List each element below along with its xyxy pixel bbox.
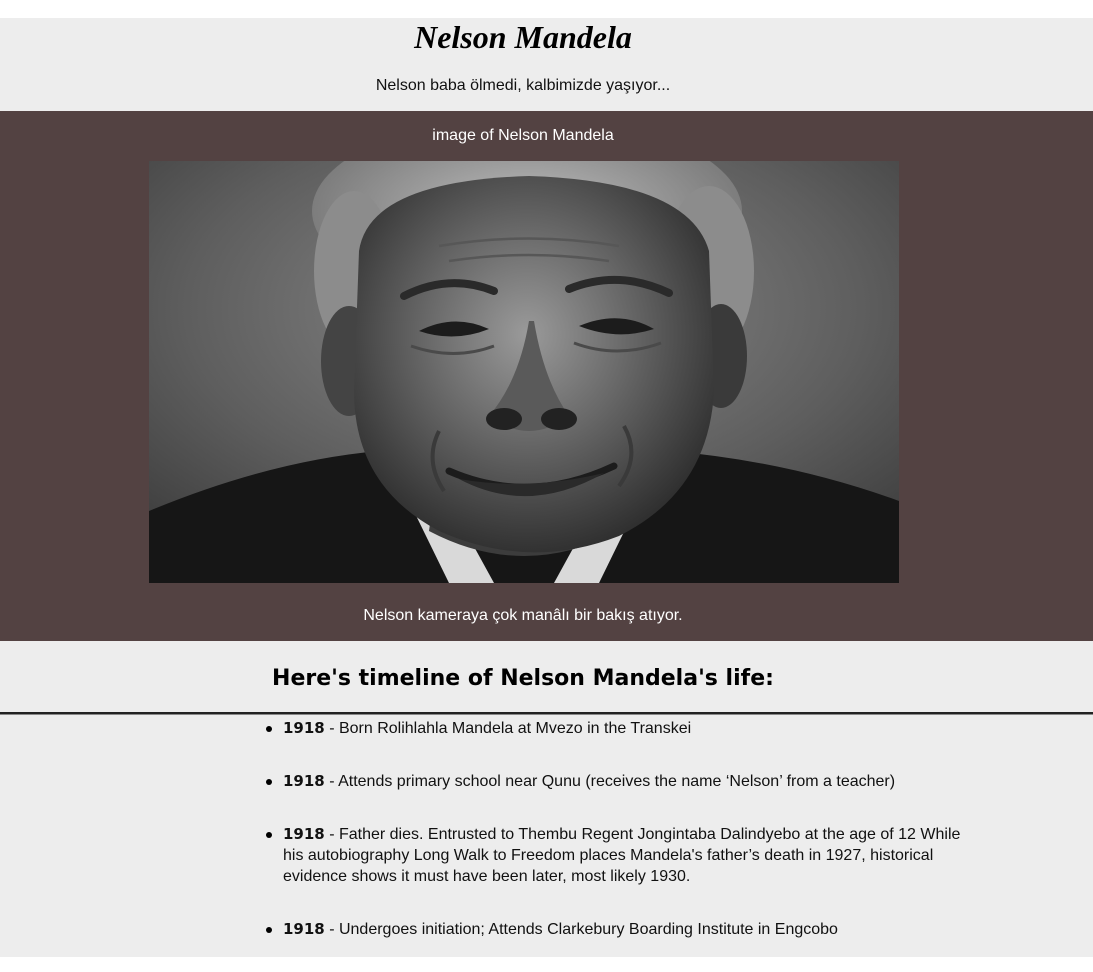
- image-label: image of Nelson Mandela: [432, 127, 614, 144]
- timeline-year: 1918: [283, 719, 325, 737]
- divider: [0, 712, 1093, 715]
- timeline-header: Here's timeline of Nelson Mandela's life…: [0, 641, 1093, 715]
- bullet-icon: [266, 726, 272, 732]
- page-title: Nelson Mandela: [414, 19, 632, 55]
- bullet-icon: [266, 927, 272, 933]
- nelson-mandela-portrait: [149, 161, 899, 583]
- timeline-heading: Here's timeline of Nelson Mandela's life…: [272, 666, 774, 691]
- timeline-year: 1918: [283, 825, 325, 843]
- header-section: Nelson Mandela Nelson baba ölmedi, kalbi…: [0, 18, 1093, 111]
- timeline-item: 1918 - Father dies. Entrusted to Thembu …: [266, 824, 966, 887]
- tagline: Nelson baba ölmedi, kalbimizde yaşıyor..…: [375, 77, 671, 94]
- timeline-text: - Father dies. Entrusted to Thembu Regen…: [283, 826, 961, 885]
- timeline-item: 1918 - Attends primary school near Qunu …: [266, 771, 966, 792]
- bullet-icon: [266, 779, 272, 785]
- bullet-icon: [266, 832, 272, 838]
- timeline-item: 1918 - Undergoes initiation; Attends Cla…: [266, 919, 966, 940]
- timeline-year: 1918: [283, 920, 325, 938]
- timeline-year: 1918: [283, 772, 325, 790]
- image-section: image of Nelson Mandela Nelson kameraya …: [0, 111, 1093, 641]
- timeline-list: 1918 - Born Rolihlahla Mandela at Mvezo …: [266, 718, 966, 972]
- timeline-item: 1918 - Born Rolihlahla Mandela at Mvezo …: [266, 718, 966, 739]
- image-caption: Nelson kameraya çok manâlı bir bakış atı…: [363, 607, 683, 624]
- timeline-text: - Undergoes initiation; Attends Clarkebu…: [324, 921, 838, 938]
- timeline-text: - Attends primary school near Qunu (rece…: [324, 773, 896, 790]
- timeline-text: - Born Rolihlahla Mandela at Mvezo in th…: [324, 720, 692, 737]
